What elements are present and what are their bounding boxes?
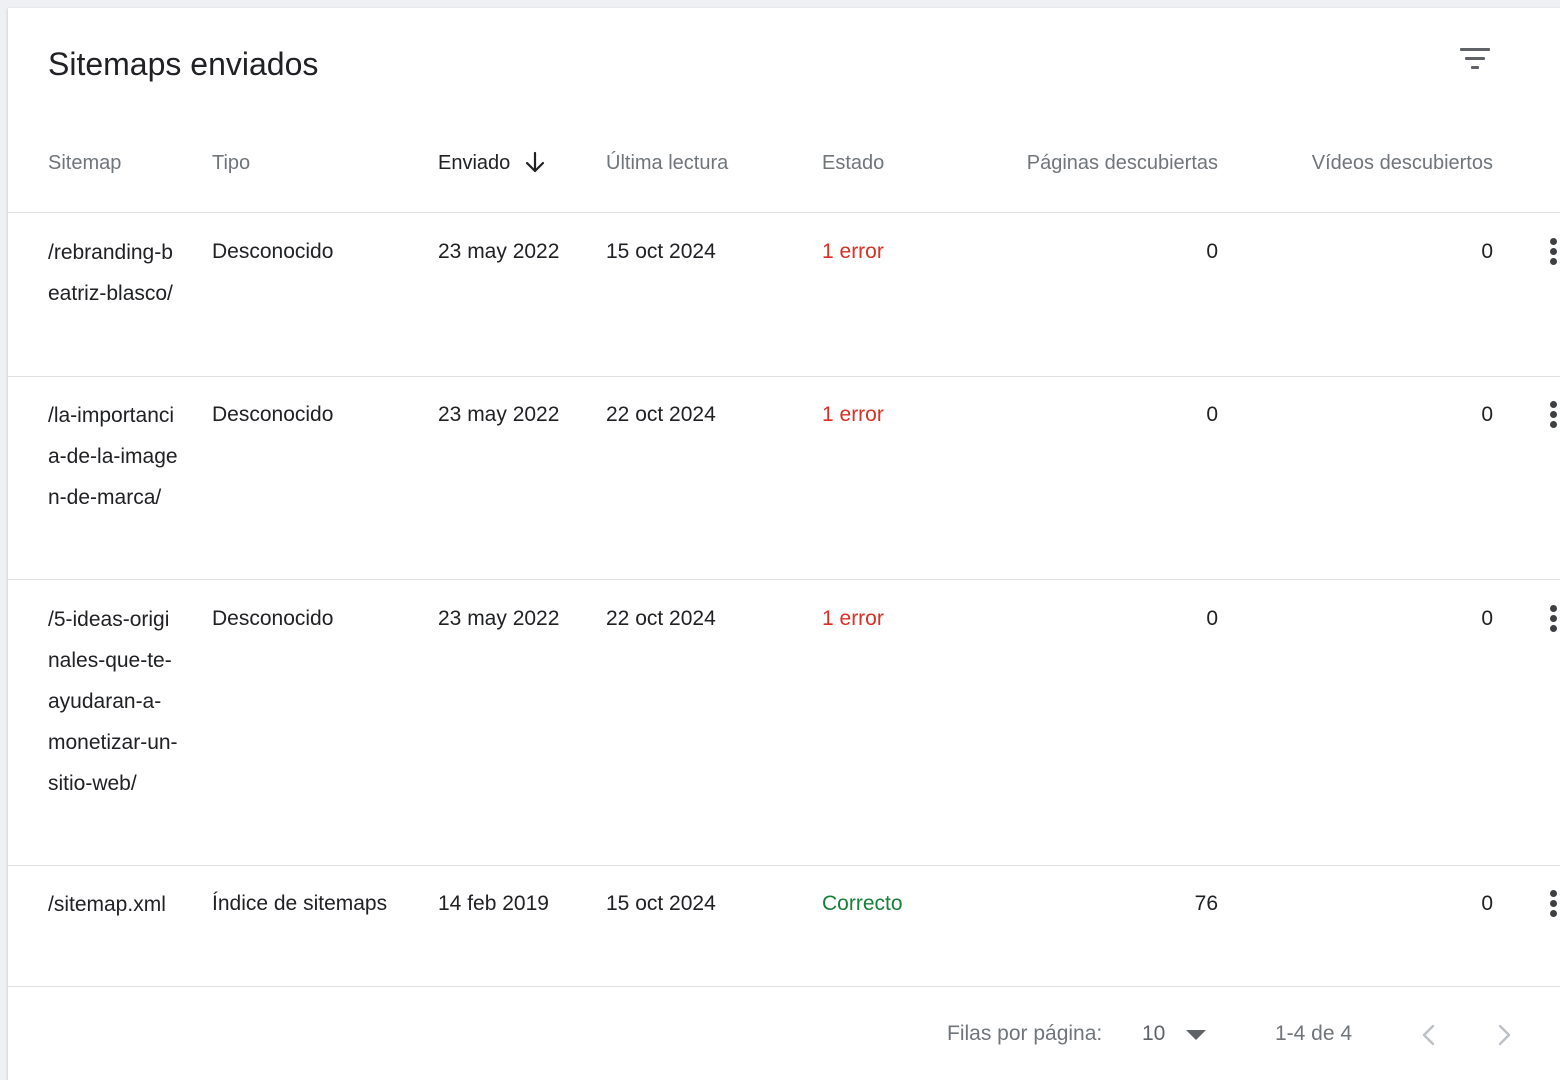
- paginas-cell: 76: [1194, 892, 1218, 915]
- more-vert-icon[interactable]: [1546, 603, 1560, 635]
- card-title: Sitemaps enviados: [48, 46, 319, 82]
- column-header-paginas[interactable]: Páginas descubiertas: [1027, 152, 1218, 175]
- rows-per-page-label: Filas por página:: [947, 1022, 1103, 1045]
- row-divider: [8, 376, 1560, 377]
- pagination-range: 1-4 de 4: [1275, 1022, 1353, 1045]
- estado-cell: 1 error: [822, 240, 884, 263]
- header-divider: [8, 212, 1560, 213]
- enviado-cell: 14 feb 2019: [438, 892, 549, 915]
- ultima-lectura-cell: 22 oct 2024: [606, 607, 716, 630]
- estado-cell: 1 error: [822, 403, 884, 426]
- ultima-lectura-cell: 15 oct 2024: [606, 240, 716, 263]
- sitemap-cell[interactable]: /sitemap.xml: [48, 884, 178, 925]
- row-divider: [8, 865, 1560, 866]
- rows-per-page-value: 10: [1142, 1022, 1166, 1045]
- row-divider: [8, 579, 1560, 580]
- chevron-left-icon[interactable]: [1414, 1020, 1444, 1050]
- more-vert-icon[interactable]: [1546, 236, 1560, 268]
- videos-cell: 0: [1481, 607, 1493, 630]
- column-header-enviado[interactable]: Enviado: [438, 152, 510, 175]
- more-vert-icon[interactable]: [1546, 399, 1560, 431]
- sitemaps-card: Sitemaps enviados Sitemap Tipo Enviado Ú…: [8, 8, 1560, 1080]
- estado-cell: Correcto: [822, 892, 903, 915]
- column-header-sitemap[interactable]: Sitemap: [48, 152, 121, 175]
- paginas-cell: 0: [1206, 403, 1218, 426]
- arrow-down-icon[interactable]: [524, 150, 546, 176]
- column-header-estado[interactable]: Estado: [822, 152, 884, 175]
- column-header-tipo[interactable]: Tipo: [212, 152, 250, 175]
- filter-icon[interactable]: [1454, 38, 1498, 82]
- dropdown-arrow-icon: [1186, 1030, 1206, 1040]
- chevron-right-icon[interactable]: [1489, 1020, 1519, 1050]
- column-header-videos[interactable]: Vídeos descubiertos: [1312, 152, 1493, 175]
- sitemap-cell[interactable]: /la-importancia-de-la-imagen-de-marca/: [48, 395, 178, 518]
- enviado-cell: 23 may 2022: [438, 403, 560, 426]
- paginas-cell: 0: [1206, 240, 1218, 263]
- table-bottom-divider: [8, 986, 1560, 987]
- ultima-lectura-cell: 22 oct 2024: [606, 403, 716, 426]
- sitemap-cell[interactable]: /rebranding-beatriz-blasco/: [48, 232, 178, 314]
- sitemap-cell[interactable]: /5-ideas-originales-que-te-ayudaran-a-mo…: [48, 599, 178, 804]
- tipo-cell: Desconocido: [212, 607, 334, 630]
- enviado-cell: 23 may 2022: [438, 607, 560, 630]
- videos-cell: 0: [1481, 403, 1493, 426]
- ultima-lectura-cell: 15 oct 2024: [606, 892, 716, 915]
- enviado-cell: 23 may 2022: [438, 240, 560, 263]
- tipo-cell: Desconocido: [212, 240, 334, 263]
- videos-cell: 0: [1481, 892, 1493, 915]
- tipo-cell: Desconocido: [212, 403, 334, 426]
- videos-cell: 0: [1481, 240, 1493, 263]
- column-header-ultima-lectura[interactable]: Última lectura: [606, 152, 728, 175]
- more-vert-icon[interactable]: [1546, 888, 1560, 920]
- estado-cell: 1 error: [822, 607, 884, 630]
- rows-per-page-select[interactable]: 10: [1136, 1018, 1218, 1050]
- paginas-cell: 0: [1206, 607, 1218, 630]
- tipo-cell: Índice de sitemaps: [212, 892, 388, 915]
